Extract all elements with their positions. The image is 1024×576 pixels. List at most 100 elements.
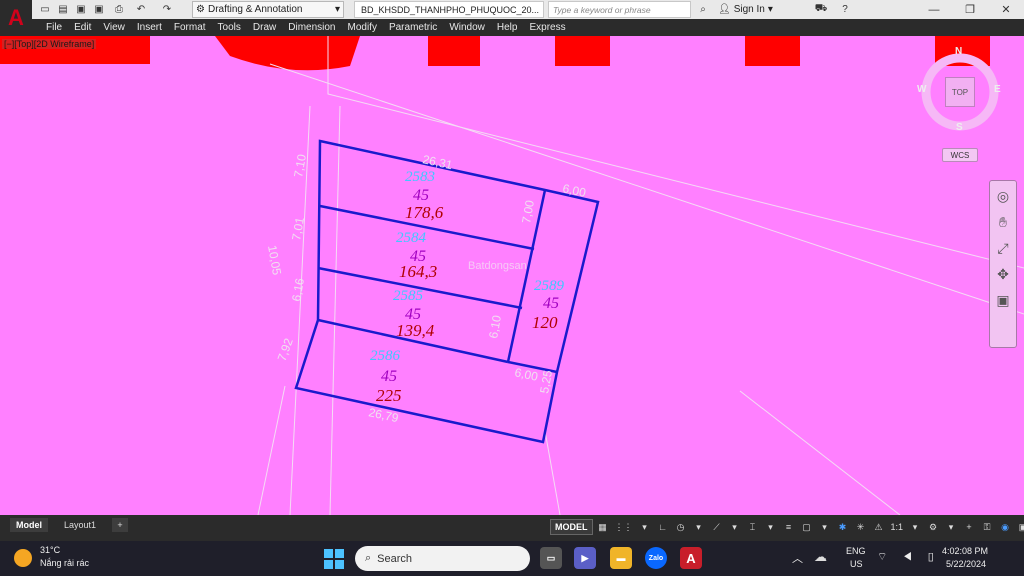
tab-layout1[interactable]: Layout1 bbox=[58, 518, 102, 532]
chevron-down-icon[interactable]: ▾ bbox=[691, 519, 707, 535]
hardware-acceleration-icon[interactable]: ⚿ bbox=[979, 519, 995, 535]
weather-temperature[interactable]: 31°C bbox=[40, 545, 60, 555]
zoom-extents-icon[interactable]: ⤢ bbox=[992, 237, 1014, 259]
parcel-land-code: 45 bbox=[543, 295, 559, 312]
plus-icon[interactable]: + bbox=[961, 519, 977, 535]
menu-window[interactable]: Window bbox=[443, 19, 491, 36]
keyword-search-input[interactable]: Type a keyword or phrase bbox=[548, 1, 691, 18]
model-space-button[interactable]: MODEL bbox=[550, 519, 593, 535]
document-title: BD_KHSDD_THANHPHO_PHUQUOC_20... bbox=[354, 1, 544, 18]
chevron-down-icon[interactable]: ▾ bbox=[637, 519, 653, 535]
menu-express[interactable]: Express bbox=[523, 19, 571, 36]
isolate-objects-icon[interactable]: ◉ bbox=[997, 519, 1013, 535]
menu-file[interactable]: File bbox=[40, 19, 68, 36]
workspace-selector[interactable]: ⚙ Drafting & Annotation ▾ bbox=[192, 1, 344, 18]
clock-date[interactable]: 5/22/2024 bbox=[946, 559, 986, 569]
chevron-down-icon[interactable]: ▾ bbox=[727, 519, 743, 535]
chevron-down-icon[interactable]: ▾ bbox=[817, 519, 833, 535]
tab-model[interactable]: Model bbox=[10, 518, 48, 532]
auto-scale-icon[interactable]: ⚠ bbox=[871, 519, 887, 535]
undo-icon[interactable]: ↶ bbox=[134, 2, 148, 16]
menu-bar: File Edit View Insert Format Tools Draw … bbox=[0, 19, 1024, 36]
menu-insert[interactable]: Insert bbox=[131, 19, 168, 36]
viewport-controls-label[interactable]: [−][Top][2D Wireframe] bbox=[2, 39, 97, 49]
compass-north[interactable]: N bbox=[955, 46, 962, 57]
file-explorer-icon[interactable]: ▬ bbox=[610, 547, 632, 569]
transparency-icon[interactable]: ▢ bbox=[799, 519, 815, 535]
navigation-bar: ◎ ✋︎ ⤢ ✥ ▣ bbox=[989, 180, 1017, 348]
windows-start-icon[interactable] bbox=[324, 549, 344, 569]
clean-screen-icon[interactable]: ▣ bbox=[1015, 519, 1024, 535]
menu-help[interactable]: Help bbox=[491, 19, 524, 36]
annotation-icon[interactable]: ✱ bbox=[835, 519, 851, 535]
annotation-visibility-icon[interactable]: ✳ bbox=[853, 519, 869, 535]
pan-hand-icon[interactable]: ✋︎ bbox=[992, 211, 1014, 233]
compass-east[interactable]: E bbox=[994, 84, 1001, 95]
parcel-area: 164,3 bbox=[399, 262, 437, 281]
workspace-gear-icon[interactable]: ⚙ bbox=[925, 519, 941, 535]
wcs-menu-button[interactable]: WCS bbox=[942, 148, 978, 162]
add-layout-button[interactable]: + bbox=[112, 518, 128, 532]
snap-icon[interactable]: ⋮⋮ bbox=[613, 519, 635, 535]
chevron-down-icon: ▾ bbox=[334, 4, 340, 15]
annotation-scale[interactable]: 1:1 bbox=[889, 519, 906, 535]
tray-network-volume-battery-icons[interactable]: ⌔ ◀ ▯ bbox=[877, 550, 940, 564]
menu-view[interactable]: View bbox=[97, 19, 131, 36]
orbit-icon[interactable]: ✥ bbox=[992, 263, 1014, 285]
isodraft-icon[interactable]: ⟋ bbox=[709, 519, 725, 535]
compass-south[interactable]: S bbox=[956, 122, 963, 133]
ortho-icon[interactable]: ∟ bbox=[655, 519, 671, 535]
plot-icon[interactable]: ⎙ bbox=[112, 2, 126, 16]
onedrive-cloud-icon[interactable]: ☁ bbox=[814, 549, 827, 565]
save-icon[interactable]: ▣ bbox=[74, 2, 88, 16]
menu-edit[interactable]: Edit bbox=[68, 19, 97, 36]
autocad-taskbar-icon[interactable]: A bbox=[680, 547, 702, 569]
tray-chevron-up-icon[interactable]: ︿ bbox=[792, 550, 803, 566]
lineweight-icon[interactable]: ≡ bbox=[781, 519, 797, 535]
clock-time[interactable]: 4:02:08 PM bbox=[942, 546, 988, 556]
open-file-icon[interactable]: ▤ bbox=[56, 2, 70, 16]
menu-tools[interactable]: Tools bbox=[212, 19, 247, 36]
parcel-id: 2584 bbox=[396, 230, 427, 246]
drawing-canvas[interactable]: 26,31 6,00 7,10 7,00 7,01 6,16 6,10 6,00… bbox=[0, 36, 1024, 515]
chevron-down-icon[interactable]: ▾ bbox=[943, 519, 959, 535]
parcel-area: 120 bbox=[532, 313, 558, 332]
viewcube-top-face[interactable]: TOP bbox=[945, 77, 975, 107]
osnap-icon[interactable]: ⌶ bbox=[745, 519, 761, 535]
red-block bbox=[428, 36, 480, 66]
dimension-label: 6,10 bbox=[486, 314, 504, 340]
weather-sun-icon[interactable] bbox=[14, 549, 32, 567]
cart-icon[interactable]: ⛟ bbox=[814, 2, 828, 16]
language-indicator[interactable]: ENG bbox=[846, 546, 866, 556]
menu-draw[interactable]: Draw bbox=[247, 19, 282, 36]
dimension-label: 6,00 bbox=[561, 181, 587, 200]
grid-icon[interactable]: ▦ bbox=[595, 519, 611, 535]
autocad-logo-icon[interactable]: A bbox=[0, 0, 32, 36]
save-as-icon[interactable]: ▣ bbox=[92, 2, 106, 16]
binoculars-icon[interactable]: ⌕ bbox=[696, 2, 710, 16]
restore-button[interactable]: ❐ bbox=[952, 0, 988, 19]
sign-in-button[interactable]: 👤︎ Sign In ▾ bbox=[718, 1, 796, 18]
steering-wheel-icon[interactable]: ◎ bbox=[992, 185, 1014, 207]
task-view-icon[interactable]: ▭ bbox=[540, 547, 562, 569]
chevron-down-icon[interactable]: ▾ bbox=[763, 519, 779, 535]
redo-icon[interactable]: ↷ bbox=[160, 2, 174, 16]
compass-west[interactable]: W bbox=[917, 84, 926, 95]
showmotion-icon[interactable]: ▣ bbox=[992, 289, 1014, 311]
close-button[interactable]: ✕ bbox=[988, 0, 1024, 19]
menu-format[interactable]: Format bbox=[168, 19, 212, 36]
weather-description[interactable]: Nắng rải rác bbox=[40, 558, 89, 568]
menu-modify[interactable]: Modify bbox=[342, 19, 383, 36]
zalo-icon[interactable]: Zalo bbox=[645, 547, 667, 569]
taskbar-search-box[interactable]: ⌕ Search bbox=[355, 546, 530, 571]
menu-parametric[interactable]: Parametric bbox=[383, 19, 443, 36]
help-icon[interactable]: ? bbox=[838, 2, 852, 16]
chevron-down-icon[interactable]: ▾ bbox=[907, 519, 923, 535]
menu-dimension[interactable]: Dimension bbox=[282, 19, 341, 36]
polar-icon[interactable]: ◷ bbox=[673, 519, 689, 535]
new-file-icon[interactable]: ▭ bbox=[38, 2, 52, 16]
teams-icon[interactable]: ▶ bbox=[574, 547, 596, 569]
minimize-button[interactable]: — bbox=[916, 0, 952, 19]
viewcube[interactable]: N S E W TOP WCS bbox=[917, 44, 1004, 170]
keyboard-layout-indicator[interactable]: US bbox=[850, 559, 863, 569]
